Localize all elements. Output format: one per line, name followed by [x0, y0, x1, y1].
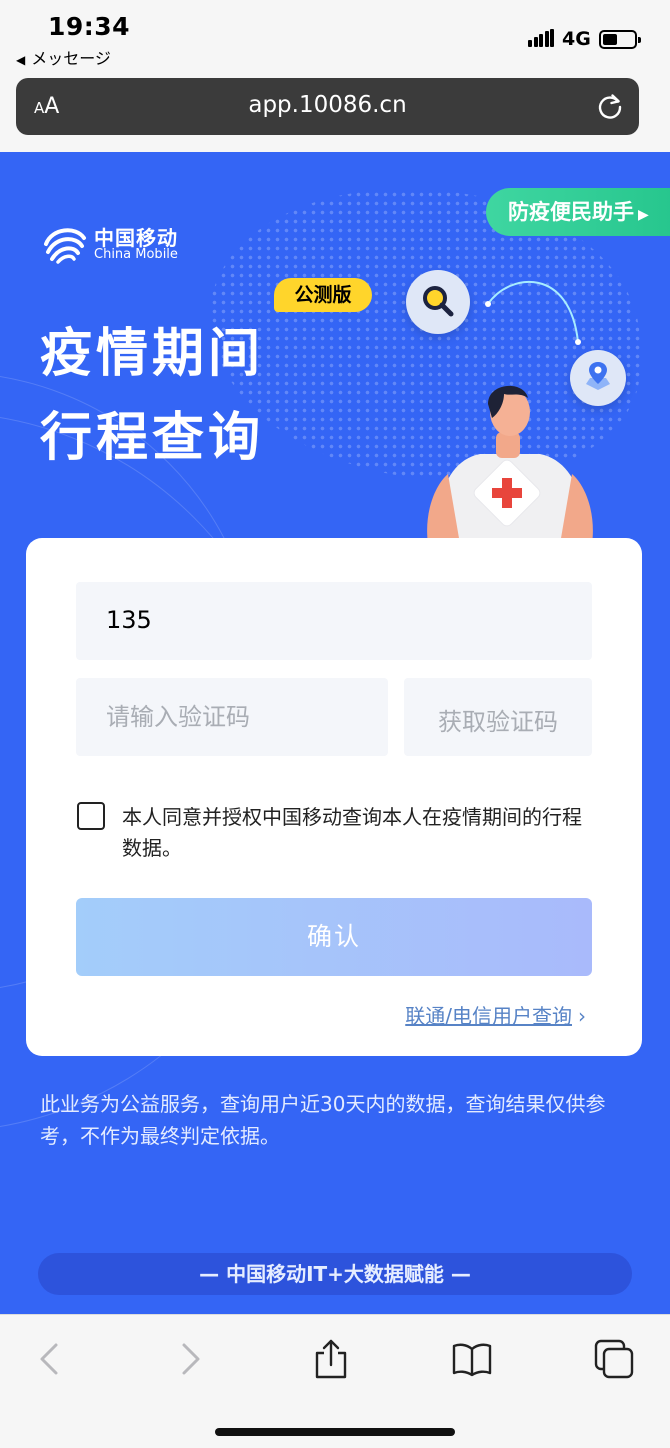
agreement-text: 本人同意并授权中国移动查询本人在疫情期间的行程数据。	[122, 805, 582, 860]
phone-field[interactable]: 135	[76, 582, 592, 660]
china-mobile-logo: 中国移动 China Mobile	[42, 222, 212, 272]
search-icon	[423, 286, 454, 317]
verification-code-field[interactable]	[76, 678, 388, 756]
status-bar: 19:34 ◀ メッセージ 4G	[0, 0, 670, 70]
title-line-2: 行程查询	[40, 408, 265, 468]
share-icon[interactable]	[309, 1337, 353, 1381]
tabs-icon[interactable]	[592, 1337, 636, 1381]
page-title: 疫情期间 行程查询	[40, 312, 264, 480]
browser-toolbar	[0, 1314, 670, 1448]
phone-value: 135	[106, 606, 152, 634]
doctor-illustration	[427, 385, 593, 544]
address-bar[interactable]: AA app.10086.cn	[16, 78, 639, 135]
get-code-label: 获取验证码	[438, 708, 558, 736]
back-triangle-icon: ◀	[16, 53, 26, 67]
status-time: 19:34	[48, 12, 131, 41]
reload-icon[interactable]	[595, 92, 625, 122]
bookmarks-icon[interactable]	[450, 1337, 494, 1381]
url-text: app.10086.cn	[248, 92, 407, 118]
back-app-label: メッセージ	[31, 49, 111, 68]
agreement-checkbox[interactable]	[77, 802, 105, 830]
network-type: 4G	[562, 28, 591, 50]
disclaimer-text: 此业务为公益服务，查询用户近30天内的数据，查询结果仅供参考，不作为最终判定依据…	[40, 1092, 606, 1148]
home-indicator	[215, 1428, 455, 1436]
epidemic-helper-button[interactable]: 防疫便民助手 ▶	[486, 188, 670, 236]
route-arc	[485, 280, 581, 345]
chevron-right-icon: ▶	[638, 207, 649, 223]
query-form-card: 135 获取验证码 本人同意并授权中国移动查询本人在疫情期间的行程数据。 确认 …	[26, 538, 642, 1056]
other-carrier-label: 联通/电信用户查询	[405, 1004, 572, 1028]
logo-english: China Mobile	[94, 247, 178, 262]
page-content: 中国移动 China Mobile 公测版 疫情期间 行程查询 防疫便民助手▶	[0, 152, 670, 1314]
title-line-1: 疫情期间	[40, 324, 265, 384]
china-mobile-logo-icon	[44, 228, 86, 264]
get-code-button[interactable]: 获取验证码	[404, 678, 592, 756]
battery-icon	[599, 30, 641, 49]
other-carrier-link[interactable]: 联通/电信用户查询 ›	[405, 1000, 586, 1029]
beta-badge: 公测版	[274, 278, 372, 312]
back-to-app-link[interactable]: ◀ メッセージ	[16, 45, 111, 69]
footer-banner: — 中国移动IT+大数据赋能 —	[38, 1253, 632, 1295]
search-bubble	[406, 270, 470, 334]
signal-icon	[528, 29, 554, 47]
back-icon[interactable]	[28, 1337, 72, 1381]
confirm-button[interactable]: 确认	[76, 898, 592, 976]
chevron-right-icon: ›	[578, 1004, 586, 1028]
verification-code-input[interactable]	[76, 678, 388, 756]
helper-label: 防疫便民助手	[508, 200, 634, 224]
forward-icon[interactable]	[168, 1337, 212, 1381]
